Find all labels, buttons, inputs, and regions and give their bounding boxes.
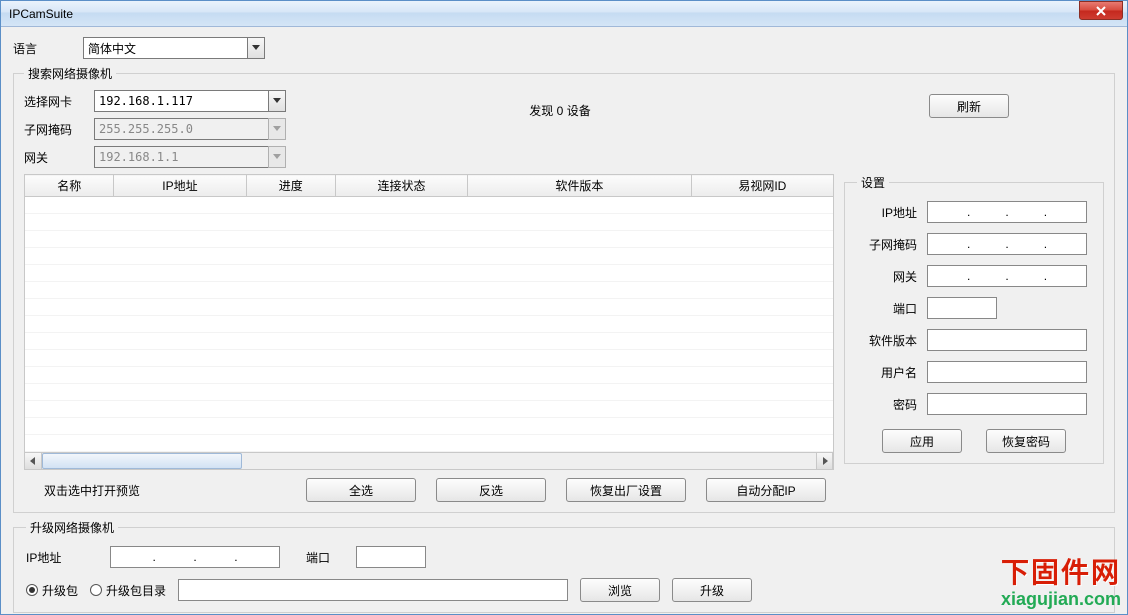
settings-version-label: 软件版本 [857,332,917,349]
col-version[interactable]: 软件版本 [468,175,692,197]
scroll-right-icon[interactable] [816,453,833,469]
chevron-down-icon[interactable] [247,37,265,59]
settings-legend: 设置 [857,174,889,191]
gateway-value [94,146,268,168]
col-conn[interactable]: 连接状态 [335,175,467,197]
settings-group: 设置 IP地址 ... 子网掩码 ... 网关 ... [844,174,1104,464]
radio-icon [26,584,38,596]
col-ip[interactable]: IP地址 [114,175,246,197]
browse-button[interactable]: 浏览 [580,578,660,602]
factory-reset-button[interactable]: 恢复出厂设置 [566,478,686,502]
language-label: 语言 [13,40,83,57]
col-easyid[interactable]: 易视网ID [691,175,833,197]
settings-version-input[interactable] [927,329,1087,351]
settings-user-input[interactable] [927,361,1087,383]
device-table-body[interactable] [24,197,834,453]
subnet-label: 子网掩码 [24,121,94,138]
col-progress[interactable]: 进度 [246,175,335,197]
settings-ip-input[interactable]: ... [927,201,1087,223]
settings-port-label: 端口 [857,300,917,317]
search-legend: 搜索网络摄像机 [24,65,116,82]
horizontal-scrollbar[interactable] [24,453,834,470]
device-table[interactable]: 名称 IP地址 进度 连接状态 软件版本 易视网ID [24,174,834,197]
settings-pass-label: 密码 [857,396,917,413]
settings-ip-label: IP地址 [857,204,917,221]
upgrade-legend: 升级网络摄像机 [26,519,118,536]
settings-port-input[interactable] [927,297,997,319]
chevron-down-icon [268,146,286,168]
settings-subnet-input[interactable]: ... [927,233,1087,255]
settings-gateway-input[interactable]: ... [927,265,1087,287]
col-name[interactable]: 名称 [25,175,114,197]
doubleclick-hint: 双击选中打开预览 [24,482,294,499]
settings-user-label: 用户名 [857,364,917,381]
scroll-left-icon[interactable] [25,453,42,469]
upgrade-group: 升级网络摄像机 IP地址 ... 端口 升级包 升级包目录 浏览 升级 [13,519,1115,613]
upgrade-button[interactable]: 升级 [672,578,752,602]
auto-ip-button[interactable]: 自动分配IP [706,478,826,502]
gateway-label: 网关 [24,149,94,166]
apply-button[interactable]: 应用 [882,429,962,453]
refresh-button[interactable]: 刷新 [929,94,1009,118]
upgrade-port-label: 端口 [298,549,338,566]
settings-pass-input[interactable] [927,393,1087,415]
nic-select[interactable] [94,90,286,112]
search-group: 搜索网络摄像机 选择网卡 子网掩码 [13,65,1115,513]
select-all-button[interactable]: 全选 [306,478,416,502]
close-button[interactable] [1079,1,1123,20]
chevron-down-icon [268,118,286,140]
radio-icon [90,584,102,596]
settings-subnet-label: 子网掩码 [857,236,917,253]
invert-button[interactable]: 反选 [436,478,546,502]
nic-label: 选择网卡 [24,93,94,110]
nic-value[interactable] [94,90,268,112]
window-title: IPCamSuite [9,7,1125,21]
upgrade-dir-radio[interactable]: 升级包目录 [90,582,166,599]
chevron-down-icon[interactable] [268,90,286,112]
settings-gateway-label: 网关 [857,268,917,285]
subnet-value [94,118,268,140]
upgrade-ip-input[interactable]: ... [110,546,280,568]
recover-password-button[interactable]: 恢复密码 [986,429,1066,453]
subnet-select [94,118,286,140]
gateway-select [94,146,286,168]
upgrade-port-input[interactable] [356,546,426,568]
titlebar: IPCamSuite [1,1,1127,27]
found-devices-text: 发现 0 设备 [286,90,834,119]
language-value[interactable] [83,37,247,59]
upgrade-pkg-radio[interactable]: 升级包 [26,582,78,599]
upgrade-ip-label: IP地址 [26,549,92,566]
language-select[interactable] [83,37,265,59]
scrollbar-thumb[interactable] [42,453,242,469]
upgrade-path-input[interactable] [178,579,568,601]
watermark: 下固件网 xiagujian.com [1001,559,1121,610]
